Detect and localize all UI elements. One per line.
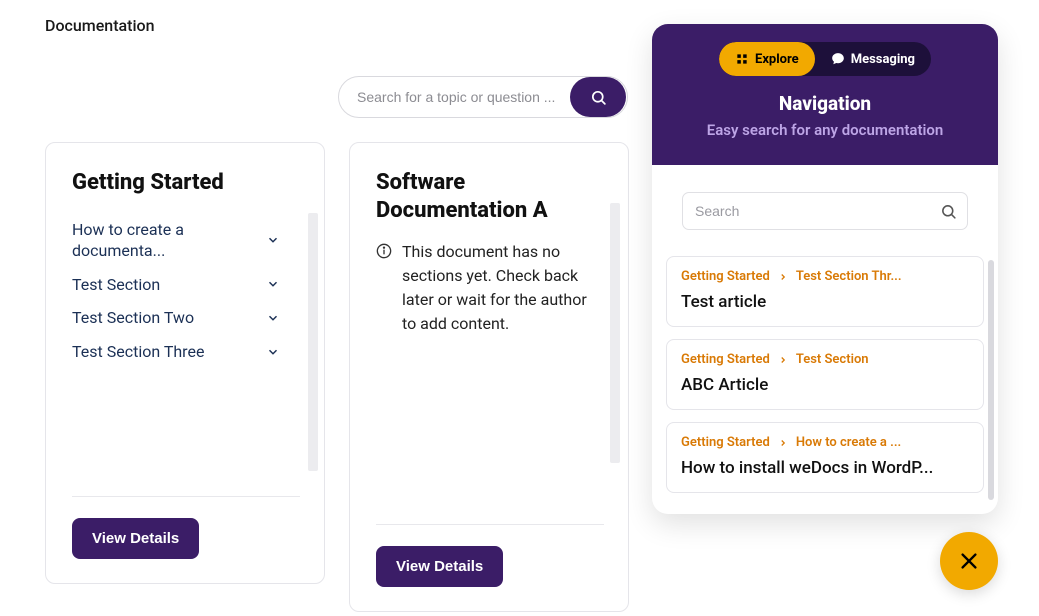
widget-search-input[interactable] [695, 203, 940, 219]
widget-search[interactable] [682, 192, 968, 230]
crumb: Test Section [796, 352, 869, 367]
tab-label: Explore [755, 52, 799, 67]
divider [376, 524, 604, 525]
close-icon [958, 550, 980, 572]
chevron-right-icon [778, 438, 788, 448]
view-details-button[interactable]: View Details [376, 546, 503, 587]
result-item[interactable]: Getting Started Test Section Thr... Test… [666, 256, 984, 327]
empty-message: This document has no sections yet. Check… [402, 240, 604, 336]
search-icon [940, 203, 957, 220]
doc-card-software-a: Software Documentation A This document h… [349, 142, 629, 612]
divider [72, 496, 300, 497]
section-item[interactable]: Test Section Two [72, 301, 280, 335]
tab-messaging[interactable]: Messaging [815, 42, 931, 76]
view-details-button[interactable]: View Details [72, 518, 199, 559]
doc-card-getting-started: Getting Started How to create a document… [45, 142, 325, 584]
messaging-icon [831, 52, 845, 66]
chevron-down-icon [266, 277, 280, 291]
result-title: How to install weDocs in WordP... [681, 458, 969, 478]
crumb: Getting Started [681, 435, 770, 450]
breadcrumb: Getting Started Test Section [681, 352, 969, 367]
widget-tabs: Explore Messaging [719, 42, 931, 76]
search-icon [590, 89, 607, 106]
empty-state: This document has no sections yet. Check… [376, 240, 604, 336]
tab-explore[interactable]: Explore [719, 42, 815, 76]
section-label: How to create a documenta... [72, 219, 242, 262]
section-item[interactable]: Test Section [72, 268, 280, 302]
section-label: Test Section Three [72, 341, 204, 363]
tab-label: Messaging [851, 52, 915, 67]
scrollbar[interactable] [988, 260, 994, 500]
result-item[interactable]: Getting Started Test Section ABC Article [666, 339, 984, 410]
widget-subtitle: Easy search for any documentation [707, 121, 944, 139]
widget-header: Explore Messaging Navigation Easy search… [652, 24, 998, 165]
page-title: Documentation [45, 16, 155, 35]
crumb: Test Section Thr... [796, 269, 902, 284]
section-item[interactable]: Test Section Three [72, 335, 280, 369]
crumb: How to create a ... [796, 435, 901, 450]
explore-icon [735, 52, 749, 66]
widget-title: Navigation [779, 92, 871, 115]
card-title: Getting Started [72, 169, 300, 197]
result-item[interactable]: Getting Started How to create a ... How … [666, 422, 984, 493]
chevron-right-icon [778, 272, 788, 282]
crumb: Getting Started [681, 269, 770, 284]
main-search-button[interactable] [570, 77, 626, 117]
result-title: ABC Article [681, 375, 969, 395]
close-widget-button[interactable] [940, 532, 998, 590]
card-title: Software Documentation A [376, 169, 604, 224]
chevron-right-icon [778, 355, 788, 365]
scrollbar[interactable] [610, 203, 620, 463]
chevron-down-icon [266, 233, 280, 247]
section-label: Test Section [72, 274, 160, 296]
breadcrumb: Getting Started Test Section Thr... [681, 269, 969, 284]
scrollbar[interactable] [308, 213, 318, 471]
section-list: How to create a documenta... Test Sectio… [72, 213, 300, 369]
help-widget: Explore Messaging Navigation Easy search… [652, 24, 998, 514]
main-search-input[interactable] [357, 89, 570, 105]
crumb: Getting Started [681, 352, 770, 367]
widget-results: Getting Started Test Section Thr... Test… [652, 256, 998, 514]
chevron-down-icon [266, 345, 280, 359]
main-search[interactable] [338, 76, 628, 118]
chevron-down-icon [266, 311, 280, 325]
breadcrumb: Getting Started How to create a ... [681, 435, 969, 450]
section-label: Test Section Two [72, 307, 194, 329]
result-title: Test article [681, 292, 969, 312]
info-icon [376, 242, 392, 336]
section-item[interactable]: How to create a documenta... [72, 213, 280, 268]
